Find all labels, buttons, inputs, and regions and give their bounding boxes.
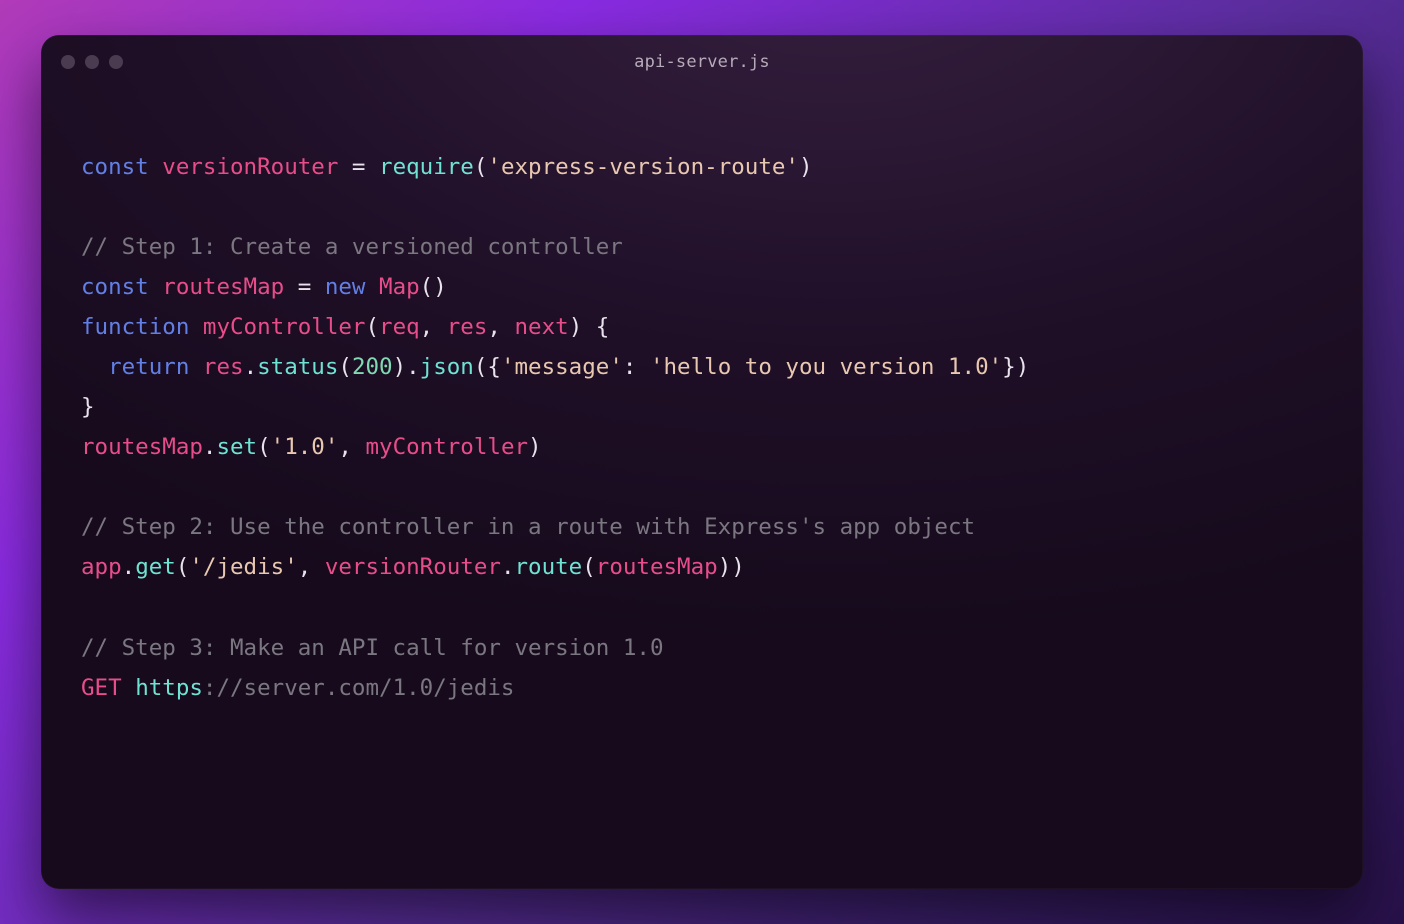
string-version: '1.0' — [271, 434, 339, 460]
paren-open: ( — [474, 154, 488, 180]
window-title: api-server.js — [41, 52, 1363, 72]
string-val: 'hello to you version 1.0' — [650, 354, 1002, 380]
brace-open: { — [596, 314, 610, 340]
space — [122, 675, 136, 701]
op-eq: = — [338, 154, 379, 180]
comma: , — [420, 314, 447, 340]
string-key: 'message' — [501, 354, 623, 380]
titlebar: api-server.js — [41, 35, 1363, 89]
ident-myController: myController — [203, 314, 366, 340]
comment-step3: // Step 3: Make an API call for version … — [81, 635, 663, 661]
brace-open: { — [487, 354, 501, 380]
class-Map: Map — [379, 274, 420, 300]
space — [365, 274, 379, 300]
paren-close: ) — [1016, 354, 1030, 380]
param-req: req — [379, 314, 420, 340]
ident-routesMap: routesMap — [162, 274, 284, 300]
dot: . — [406, 354, 420, 380]
http-method: GET — [81, 675, 122, 701]
colon: : — [623, 354, 650, 380]
paren-open: ( — [474, 354, 488, 380]
space — [189, 314, 203, 340]
paren-close: ) — [799, 154, 813, 180]
ident-routesMap: routesMap — [596, 554, 718, 580]
keyword-const: const — [81, 274, 149, 300]
space — [189, 354, 203, 380]
paren-open: ( — [582, 554, 596, 580]
code-content[interactable]: const versionRouter = require('express-v… — [81, 147, 1323, 708]
comma: , — [298, 554, 325, 580]
minimize-icon[interactable] — [85, 55, 99, 69]
paren-open: ( — [365, 314, 379, 340]
dot: . — [122, 554, 136, 580]
close-icon[interactable] — [61, 55, 75, 69]
comma: , — [338, 434, 365, 460]
paren-close: ) — [569, 314, 583, 340]
paren-close: ) — [528, 434, 542, 460]
paren-open: ( — [338, 354, 352, 380]
url-scheme: https — [135, 675, 203, 701]
paren-close: ) — [433, 274, 447, 300]
dot: . — [203, 434, 217, 460]
ident-versionRouter: versionRouter — [162, 154, 338, 180]
keyword-function: function — [81, 314, 189, 340]
paren-close: ) — [731, 554, 745, 580]
op-eq: = — [284, 274, 325, 300]
fn-json: json — [420, 354, 474, 380]
ident-res: res — [203, 354, 244, 380]
param-next: next — [515, 314, 569, 340]
comment-step1: // Step 1: Create a versioned controller — [81, 234, 623, 260]
dot: . — [501, 554, 515, 580]
code-area[interactable]: const versionRouter = require('express-v… — [41, 89, 1363, 748]
window-controls — [61, 55, 123, 69]
fn-status: status — [257, 354, 338, 380]
comma: , — [487, 314, 514, 340]
keyword-return: return — [108, 354, 189, 380]
ident-routesMap: routesMap — [81, 434, 203, 460]
maximize-icon[interactable] — [109, 55, 123, 69]
ident-versionRouter: versionRouter — [325, 554, 501, 580]
space — [582, 314, 596, 340]
indent — [81, 354, 108, 380]
paren-open: ( — [420, 274, 434, 300]
string-path: '/jedis' — [189, 554, 297, 580]
paren-open: ( — [257, 434, 271, 460]
ident-app: app — [81, 554, 122, 580]
comment-step2: // Step 2: Use the controller in a route… — [81, 514, 975, 540]
fn-set: set — [216, 434, 257, 460]
keyword-const: const — [81, 154, 149, 180]
ident-myController: myController — [365, 434, 528, 460]
paren-open: ( — [176, 554, 190, 580]
paren-close: ) — [393, 354, 407, 380]
paren-close: ) — [718, 554, 732, 580]
brace-close: } — [81, 394, 95, 420]
dot: . — [244, 354, 258, 380]
editor-window: api-server.js const versionRouter = requ… — [41, 35, 1363, 889]
string-module: 'express-version-route' — [487, 154, 799, 180]
fn-get: get — [135, 554, 176, 580]
num-200: 200 — [352, 354, 393, 380]
keyword-new: new — [325, 274, 366, 300]
fn-require: require — [379, 154, 474, 180]
param-res: res — [447, 314, 488, 340]
brace-close: } — [1002, 354, 1016, 380]
fn-route: route — [515, 554, 583, 580]
url-rest: ://server.com/1.0/jedis — [203, 675, 515, 701]
